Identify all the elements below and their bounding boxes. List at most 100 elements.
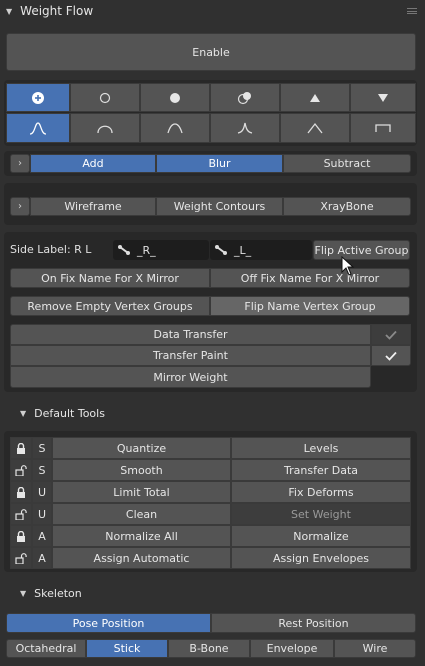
circle-filled-icon xyxy=(170,92,180,103)
shortcut-key: A xyxy=(32,547,52,569)
enable-button[interactable]: Enable xyxy=(6,33,416,71)
off-fix-name-button[interactable]: Off Fix Name For X Mirror xyxy=(210,268,410,288)
default-tools-header[interactable]: ▼ Default Tools xyxy=(14,402,425,424)
linear-curve-icon xyxy=(307,122,323,134)
tool-button[interactable]: Clean xyxy=(52,503,231,525)
falloff-root-button[interactable] xyxy=(140,113,210,143)
transfer-paint-toggle[interactable] xyxy=(371,345,411,366)
right-suffix-value: _R_ xyxy=(137,243,156,257)
falloff-smooth-button[interactable] xyxy=(6,113,70,143)
shortcut-key: S xyxy=(32,437,52,459)
flip-name-vertex-group-button[interactable]: Flip Name Vertex Group xyxy=(210,296,410,316)
chevron-right-icon: › xyxy=(18,201,22,212)
tool-button[interactable]: Assign Automatic xyxy=(52,547,231,569)
triangle-up-icon xyxy=(310,93,320,102)
weight-flow-header[interactable]: ▼ Weight Flow xyxy=(0,0,425,22)
lock-toggle[interactable] xyxy=(10,437,32,459)
unlock-toggle[interactable] xyxy=(10,547,32,569)
tool-button[interactable]: Quantize xyxy=(52,437,231,459)
chevron-right-icon: › xyxy=(18,158,22,169)
collapse-triangle-icon: ▼ xyxy=(6,6,13,16)
skeleton-title: Skeleton xyxy=(34,586,82,600)
lock-icon xyxy=(17,530,25,542)
lock-icon xyxy=(17,442,25,454)
left-suffix-field[interactable]: _L_ xyxy=(210,240,312,260)
data-transfer-button[interactable]: Data Transfer xyxy=(10,324,371,345)
rest-position-button[interactable]: Rest Position xyxy=(211,613,416,633)
tool-button[interactable]: Limit Total xyxy=(52,481,231,503)
tool-button[interactable]: Assign Envelopes xyxy=(231,547,411,569)
display-octahedral-button[interactable]: Octahedral xyxy=(6,639,86,658)
triangle-down-icon xyxy=(378,93,388,102)
add-brush-button[interactable] xyxy=(6,83,70,112)
mode-add-button[interactable]: Add xyxy=(30,154,156,173)
mode-subtract-button[interactable]: Subtract xyxy=(283,154,411,173)
blend-circle-button[interactable] xyxy=(210,83,280,112)
checkmark-icon xyxy=(385,351,397,361)
root-curve-icon xyxy=(167,123,183,134)
triangle-up-button[interactable] xyxy=(280,83,350,112)
shortcut-key: A xyxy=(32,525,52,547)
xraybone-button[interactable]: XrayBone xyxy=(283,197,411,216)
tool-button[interactable]: Fix Deforms xyxy=(231,481,411,503)
pose-position-button[interactable]: Pose Position xyxy=(6,613,211,633)
expand-button[interactable]: › xyxy=(10,154,30,173)
default-tools-title: Default Tools xyxy=(34,406,105,420)
falloff-sphere-button[interactable] xyxy=(70,113,140,143)
display-envelope-button[interactable]: Envelope xyxy=(250,639,334,658)
drag-grip-icon[interactable] xyxy=(407,8,417,14)
data-transfer-toggle[interactable] xyxy=(371,324,411,345)
circle-outline-button[interactable] xyxy=(70,83,140,112)
bone-icon xyxy=(118,245,130,255)
sharp-curve-icon xyxy=(237,122,253,134)
unlock-toggle[interactable] xyxy=(10,459,32,481)
falloff-constant-button[interactable] xyxy=(350,113,416,143)
lock-toggle[interactable] xyxy=(10,525,32,547)
lock-icon xyxy=(17,486,25,498)
unlock-icon xyxy=(15,464,27,476)
unlock-toggle[interactable] xyxy=(10,503,32,525)
mouse-cursor-icon xyxy=(341,256,355,276)
unlock-icon xyxy=(15,508,27,520)
bone-icon xyxy=(215,245,227,255)
display-bbone-button[interactable]: B-Bone xyxy=(168,639,250,658)
wireframe-button[interactable]: Wireframe xyxy=(30,197,156,216)
plus-circle-icon xyxy=(32,91,44,104)
mode-blur-button[interactable]: Blur xyxy=(156,154,283,173)
falloff-sharp-button[interactable] xyxy=(210,113,280,143)
blend-circles-icon xyxy=(237,91,251,104)
remove-empty-groups-button[interactable]: Remove Empty Vertex Groups xyxy=(10,296,210,316)
shortcut-key: U xyxy=(32,503,52,525)
tool-button[interactable]: Levels xyxy=(231,437,411,459)
right-suffix-field[interactable]: _R_ xyxy=(113,240,209,260)
circle-filled-button[interactable] xyxy=(140,83,210,112)
flip-active-group-button[interactable]: Flip Active Group xyxy=(313,240,410,260)
display-wire-button[interactable]: Wire xyxy=(334,639,416,658)
constant-curve-icon xyxy=(375,124,391,132)
overlay-expand-button[interactable]: › xyxy=(10,197,30,216)
display-stick-button[interactable]: Stick xyxy=(86,639,168,658)
sphere-curve-icon xyxy=(97,125,113,134)
weight-contours-button[interactable]: Weight Contours xyxy=(156,197,283,216)
side-label: Side Label: R L xyxy=(10,243,92,256)
tool-button[interactable]: Transfer Data xyxy=(231,459,411,481)
skeleton-header[interactable]: ▼ Skeleton xyxy=(14,582,425,604)
tool-button[interactable]: Set Weight xyxy=(231,503,411,525)
tool-button[interactable]: Normalize xyxy=(231,525,411,547)
shortcut-key: S xyxy=(32,459,52,481)
mirror-weight-button[interactable]: Mirror Weight xyxy=(10,366,371,388)
weight-flow-title: Weight Flow xyxy=(20,4,94,18)
left-suffix-value: _L_ xyxy=(234,243,252,257)
smooth-curve-icon xyxy=(29,122,47,135)
transfer-paint-button[interactable]: Transfer Paint xyxy=(10,345,371,366)
on-fix-name-button[interactable]: On Fix Name For X Mirror xyxy=(10,268,210,288)
triangle-down-button[interactable] xyxy=(350,83,416,112)
lock-toggle[interactable] xyxy=(10,481,32,503)
tool-button[interactable]: Smooth xyxy=(52,459,231,481)
unlock-icon xyxy=(15,552,27,564)
collapse-triangle-icon: ▼ xyxy=(20,408,27,418)
collapse-triangle-icon: ▼ xyxy=(20,588,27,598)
tool-button[interactable]: Normalize All xyxy=(52,525,231,547)
falloff-linear-button[interactable] xyxy=(280,113,350,143)
checkmark-icon xyxy=(385,330,397,340)
